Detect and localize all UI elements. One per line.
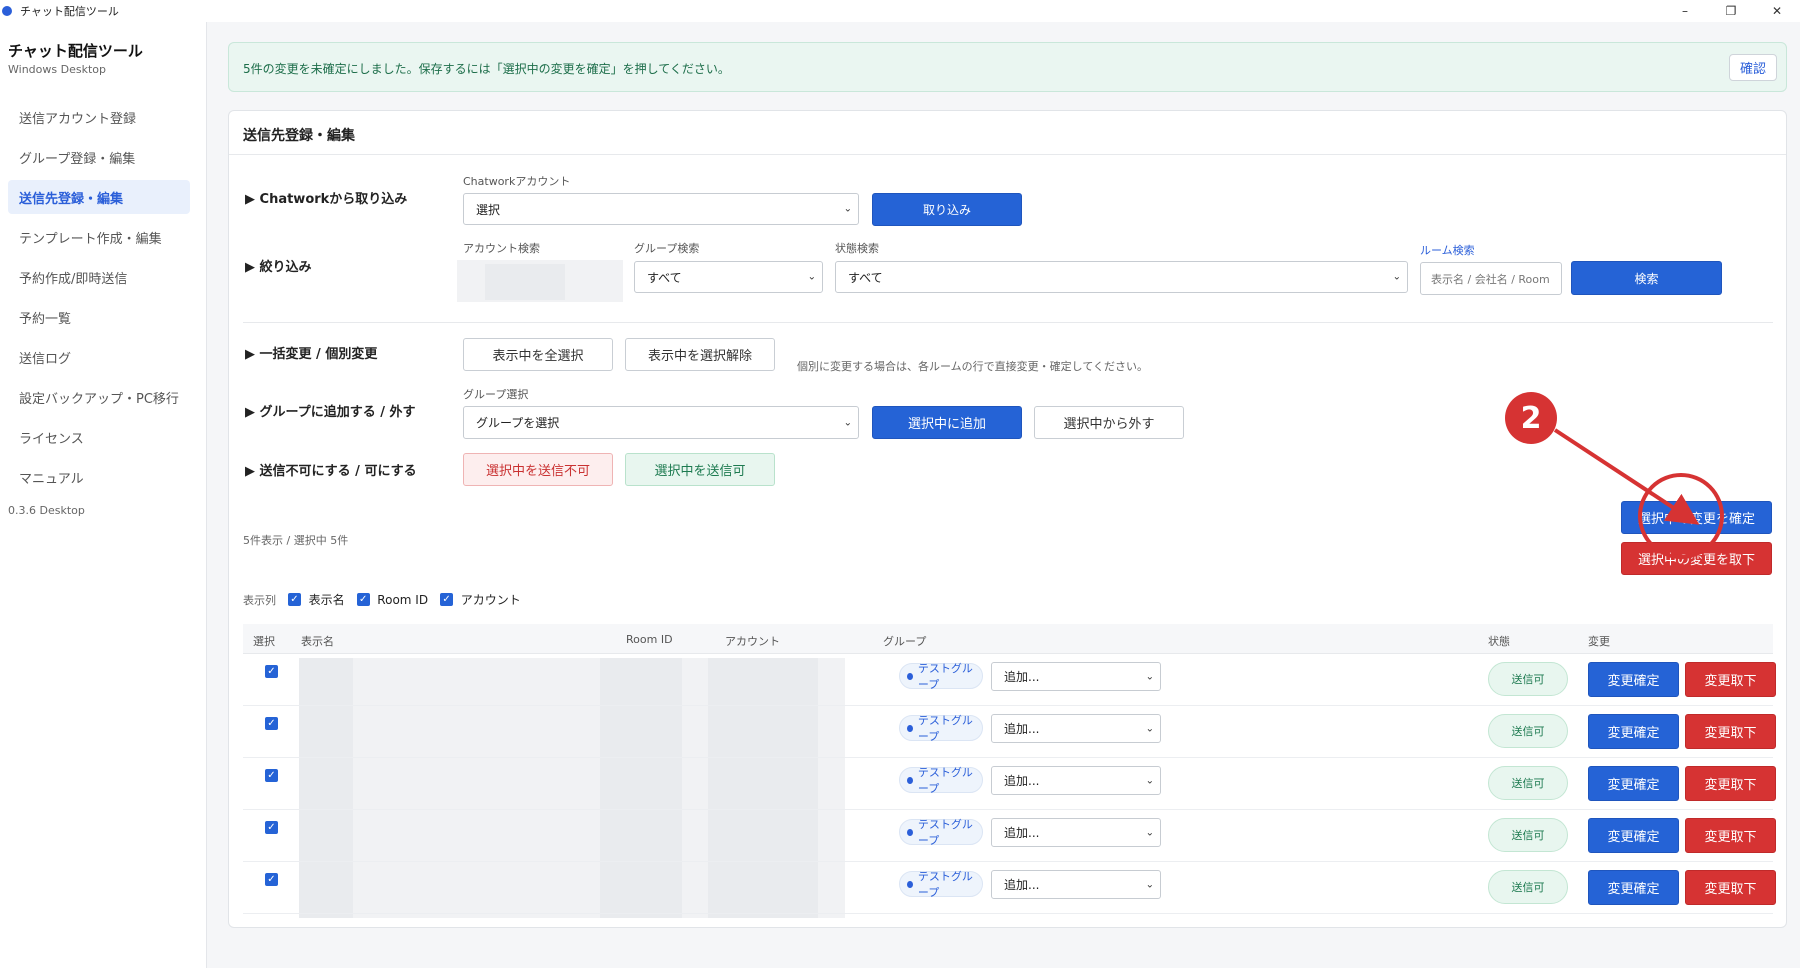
- annotation-arrow: [1553, 428, 1700, 525]
- annotation-step-badge: 2: [1505, 392, 1557, 444]
- annotation-highlight-ring: [1638, 473, 1724, 559]
